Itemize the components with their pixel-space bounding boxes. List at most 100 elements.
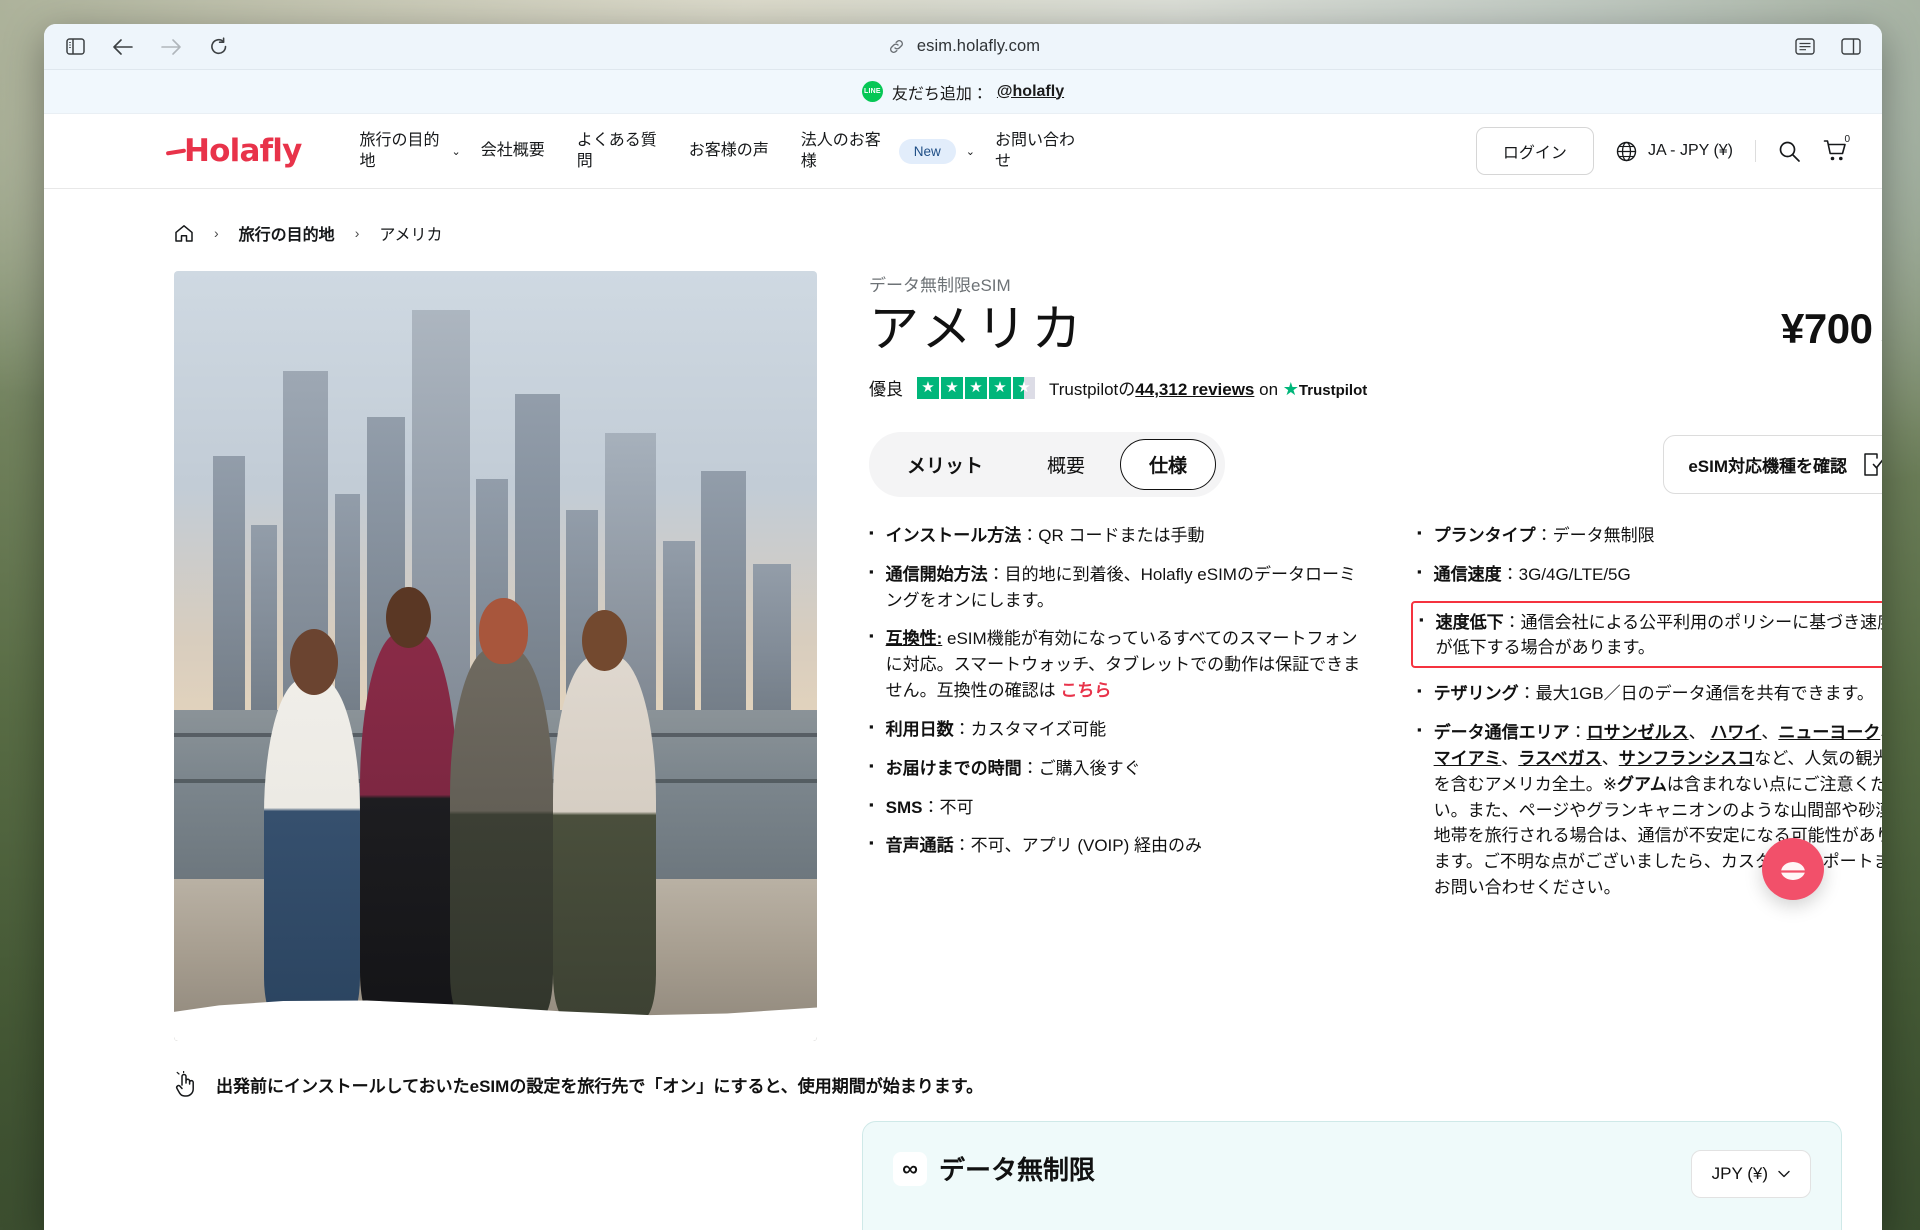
star-icon: ★ <box>965 376 987 399</box>
spec-item-delivery: ▪ お届けまでの時間：ご購入後すぐ <box>869 756 1361 782</box>
spec-desc: データ無制限 <box>1552 526 1655 545</box>
nav-item-faq[interactable]: よくある質問 <box>561 130 673 172</box>
spec-sep: ： <box>1501 564 1519 584</box>
globe-icon <box>1616 141 1637 162</box>
check-device-compatibility-button[interactable]: eSIM対応機種を確認 <box>1663 435 1882 494</box>
spec-term: 音声通話 <box>885 836 954 856</box>
nav-item-destinations[interactable]: 旅行の目的地 <box>344 130 456 172</box>
breadcrumb-separator-2: › <box>354 225 360 241</box>
breadcrumb-separator-1: › <box>214 225 219 241</box>
spec-term: お届けまでの時間 <box>885 758 1022 778</box>
nav-item-about[interactable]: 会社概要 <box>465 140 561 161</box>
coverage-city-la[interactable]: ロサンゼルス <box>1587 723 1689 742</box>
chevron-down-icon-currency <box>1778 1170 1790 1178</box>
city-sep: 、 <box>1688 723 1706 743</box>
spec-term: 通信速度 <box>1433 564 1502 584</box>
forward-arrow-icon[interactable] <box>160 36 182 58</box>
breadcrumb: › 旅行の目的地 › アメリカ <box>44 189 1882 245</box>
nav-item-testimonials[interactable]: お客様の声 <box>673 140 785 161</box>
tab-overview[interactable]: 概要 <box>1018 439 1114 490</box>
nav-item-business[interactable]: 法人のお客様 <box>785 130 897 172</box>
address-bar[interactable]: esim.holafly.com <box>44 24 1882 69</box>
coverage-city-sf[interactable]: サンフランシスコ <box>1619 749 1755 768</box>
trustpilot-rating[interactable]: 優良 ★ ★ ★ ★ ★ Trustpilotの44,312 reviews o… <box>869 375 1882 400</box>
trustpilot-reviews-count[interactable]: 44,312 reviews <box>1135 380 1254 399</box>
trustpilot-reviews-text: Trustpilotの44,312 reviews on ★Trustpilot <box>1049 375 1367 400</box>
tap-hand-icon <box>174 1071 198 1097</box>
speed-throttle-highlight-box: ▪ 速度低下：通信会社による公平利用のポリシーに基づき速度が低下する場合がありま… <box>1411 600 1882 669</box>
site-header: Holafly 旅行の目的地 ⌄ 会社概要 よくある質問 お客様の声 法人のお客… <box>44 114 1882 189</box>
spec-term: SMS <box>885 797 923 817</box>
url-text: esim.holafly.com <box>916 37 1041 55</box>
product-hero-image <box>174 271 817 1041</box>
bullet-icon: ▪ <box>869 628 874 644</box>
currency-select-label: JPY (¥) <box>1711 1164 1768 1183</box>
bullet-icon: ▪ <box>869 796 874 812</box>
spec-sep: ： <box>1535 526 1553 545</box>
currency-select[interactable]: JPY (¥) <box>1690 1150 1811 1198</box>
chevron-down-icon-business[interactable]: ⌄ <box>966 145 975 158</box>
spec-desc: QR コードまたは手動 <box>1038 526 1205 545</box>
spec-term: インストール方法 <box>885 526 1022 545</box>
phone-check-icon <box>1863 453 1882 476</box>
coverage-city-vegas[interactable]: ラスベガス <box>1518 749 1601 768</box>
line-promo-banner[interactable]: LINE 友だち追加： @holafly <box>44 70 1882 114</box>
split-view-icon[interactable] <box>1840 36 1862 58</box>
tab-merit[interactable]: メリット <box>878 439 1012 490</box>
product-eyebrow: データ無制限eSIM <box>869 276 1011 295</box>
breadcrumb-item-destinations[interactable]: 旅行の目的地 <box>239 221 335 245</box>
spec-sep: ： <box>987 564 1005 584</box>
tabs-row: メリット 概要 仕様 eSIM対応機種を確認 <box>869 432 1882 497</box>
chat-support-button[interactable] <box>1762 838 1824 900</box>
product-tabs: メリット 概要 仕様 <box>869 432 1226 497</box>
city-sep: 、 <box>1761 723 1779 743</box>
reload-icon[interactable] <box>208 36 230 58</box>
chevron-down-icon[interactable]: ⌄ <box>452 145 461 158</box>
spec-item-sms: ▪ SMS：不可 <box>869 795 1361 821</box>
price-amount: ¥700 <box>1781 305 1873 352</box>
city-sep: 、 <box>1601 748 1619 768</box>
spec-term: 利用日数 <box>885 719 954 739</box>
nav-item-business-group: 法人のお客様 New ⌄ <box>785 130 979 172</box>
bullet-icon: ▪ <box>869 563 874 579</box>
login-button[interactable]: ログイン <box>1475 127 1594 175</box>
trustpilot-logo-star-icon: ★ <box>1282 379 1299 399</box>
spec-item-install: ▪ インストール方法：QR コードまたは手動 <box>869 523 1361 549</box>
bullet-icon: ▪ <box>1417 525 1422 540</box>
holafly-logo[interactable]: Holafly <box>174 133 302 169</box>
spec-sep: ： <box>953 719 971 739</box>
search-icon[interactable] <box>1778 140 1801 163</box>
spec-item-days: ▪ 利用日数：カスタマイズ可能 <box>869 717 1361 743</box>
star-icon: ★ <box>989 376 1011 399</box>
tab-specs[interactable]: 仕様 <box>1120 439 1217 490</box>
spec-term: テザリング <box>1433 684 1519 704</box>
product-main: データ無制限eSIM アメリカ ¥700 JPY 優良 ★ ★ ★ ★ ★ <box>44 245 1882 1041</box>
bullet-icon: ▪ <box>1417 563 1422 579</box>
spec-item-plan-type: ▪ プランタイプ：データ無制限 <box>1417 523 1882 549</box>
coverage-city-hawaii[interactable]: ハワイ <box>1710 723 1761 742</box>
page-title: アメリカ <box>869 301 1087 357</box>
spec-desc: 最大1GB／日のデータ通信を共有できます。 <box>1535 684 1874 704</box>
panel-title-group: ∞ データ無制限 <box>893 1150 1095 1187</box>
spec-item-voice: ▪ 音声通話：不可、アプリ (VOIP) 経由のみ <box>869 833 1361 859</box>
reader-view-icon[interactable] <box>1794 36 1816 58</box>
coverage-city-ny[interactable]: ニューヨーク <box>1778 723 1880 742</box>
line-handle-link[interactable]: @holafly <box>997 83 1064 101</box>
line-banner-text: 友だち追加： <box>891 85 988 103</box>
back-arrow-icon[interactable] <box>112 36 134 58</box>
nav-item-contact[interactable]: お問い合わせ <box>979 130 1091 172</box>
spec-desc: カスタマイズ可能 <box>970 719 1107 739</box>
spec-sep: ： <box>1021 758 1039 778</box>
spec-item-tethering: ▪ テザリング：最大1GB／日のデータ通信を共有できます。 <box>1417 681 1882 707</box>
coverage-city-miami[interactable]: マイアミ <box>1434 749 1502 768</box>
trustpilot-brand: Trustpilot <box>1298 382 1368 399</box>
cart-button[interactable]: 0 <box>1823 134 1850 163</box>
spec-item-throttle: ▪ 速度低下：通信会社による公平利用のポリシーに基づき速度が低下する場合がありま… <box>1419 610 1882 662</box>
sidebar-toggle-icon[interactable] <box>64 36 86 58</box>
compatibility-link[interactable]: こちら <box>1060 681 1111 700</box>
locale-selector[interactable]: JA - JPY (¥) <box>1616 141 1733 162</box>
cart-count-badge: 0 <box>1844 134 1850 145</box>
home-icon[interactable] <box>174 224 194 243</box>
activation-note: 出発前にインストールしておいたeSIMの設定を旅行先で「オン」にすると、使用期間… <box>174 1071 1882 1097</box>
trustpilot-prefix: Trustpilotの <box>1049 380 1136 399</box>
